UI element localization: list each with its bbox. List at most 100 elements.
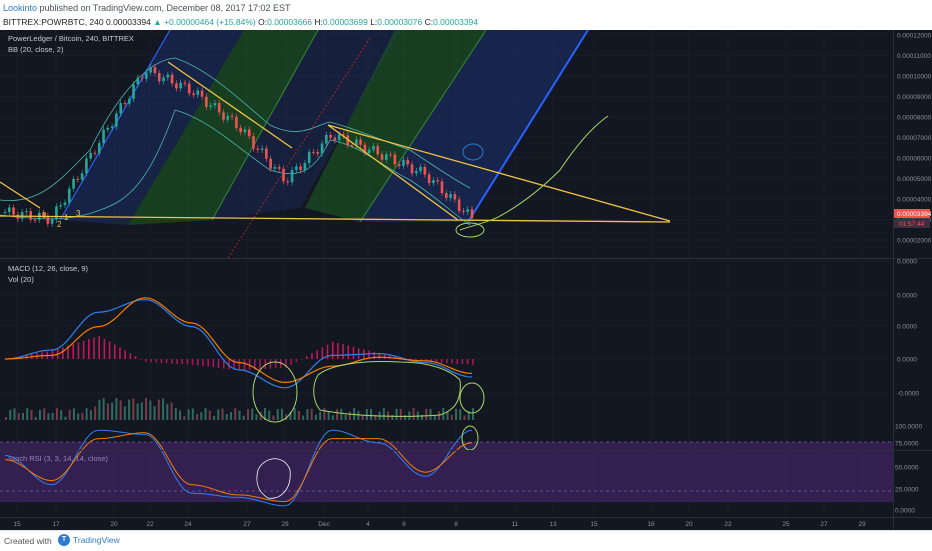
candle-body	[110, 126, 114, 128]
price-tick-label: 0.00004000	[897, 197, 932, 204]
symbol-name: BITTREX:POWRBTC, 240	[3, 17, 104, 27]
volume-bar	[255, 414, 258, 420]
volume-bar	[348, 411, 351, 420]
last-price: 0.00003394	[105, 17, 151, 27]
candle-body	[119, 103, 122, 114]
time-tick-label: 6	[402, 521, 406, 528]
time-tick-label: 15	[590, 521, 598, 528]
candle-body	[76, 178, 80, 180]
price-tick-label: 0.00010000	[897, 74, 932, 81]
candle-body	[187, 83, 191, 94]
stoch-tick-label: 0.0000	[895, 508, 915, 515]
candle-body	[307, 151, 311, 164]
volume-bar	[170, 402, 173, 420]
histogram-bar	[165, 359, 168, 364]
volume-bar	[323, 408, 326, 420]
candle-body	[175, 83, 178, 89]
vol-legend[interactable]: Vol (20)	[8, 275, 34, 284]
author-link[interactable]: Lookinto	[3, 3, 37, 13]
histogram-bar	[134, 356, 137, 359]
close-value: 0.00003394	[433, 17, 479, 27]
volume-bar	[149, 400, 152, 420]
time-tick-label: 17	[52, 521, 60, 528]
histogram-bar	[414, 359, 417, 360]
histogram-bar	[311, 353, 313, 359]
price-legend[interactable]: PowerLedger / Bitcoin, 240, BITTREX	[8, 34, 134, 43]
volume-bar	[128, 399, 131, 420]
histogram-bar	[264, 359, 267, 369]
candle-body	[157, 73, 161, 82]
volume-bar	[43, 408, 46, 420]
volume-bar	[81, 412, 84, 420]
volume-bar	[459, 409, 462, 420]
volume-bar	[60, 410, 63, 420]
candle-body	[93, 152, 97, 154]
tradingview-logo-icon: T	[58, 534, 70, 546]
histogram-bar	[456, 359, 459, 364]
volume-bar	[17, 413, 20, 420]
price-scale[interactable]	[893, 30, 932, 530]
volume-bar	[404, 415, 407, 420]
candle-body	[359, 139, 362, 145]
candle-body	[179, 82, 182, 89]
candle-body	[299, 166, 302, 170]
volume-bar	[47, 413, 50, 420]
histogram-bar	[150, 359, 152, 363]
histogram-bar	[352, 346, 355, 359]
chart-canvas[interactable]: 3 2 1 3 PowerLedger / Bitcoin, 240, BITT…	[0, 30, 932, 530]
chart-area[interactable]: 3 2 1 3 PowerLedger / Bitcoin, 240, BITT…	[0, 30, 932, 530]
volume-bar	[115, 398, 118, 420]
time-tick-label: 8	[454, 521, 458, 528]
histogram-bar	[446, 359, 448, 364]
time-tick-label: 27	[243, 521, 251, 528]
volume-bar	[51, 412, 54, 420]
candle-body	[312, 151, 315, 153]
wave-label: 1	[64, 213, 69, 222]
volume-bar	[119, 400, 122, 420]
histogram-bar	[466, 359, 469, 365]
volume-bar	[55, 408, 58, 420]
histogram-bar	[108, 341, 111, 359]
publish-header: Lookinto published on TradingView.com, D…	[0, 0, 932, 31]
candle-body	[192, 93, 195, 95]
volume-bar	[306, 409, 309, 420]
candle-body	[397, 164, 401, 166]
volume-bar	[30, 410, 33, 420]
histogram-bar	[342, 344, 344, 359]
low-value: 0.00003076	[377, 17, 423, 27]
time-tick-label: 13	[549, 521, 557, 528]
volume-bar	[391, 415, 394, 420]
time-tick-label: 29	[858, 521, 866, 528]
volume-bar	[319, 411, 322, 420]
last-price-axis-label: 0.00003394	[897, 211, 932, 218]
candle-body	[410, 164, 414, 174]
volume-bar	[463, 415, 466, 420]
histogram-bar	[274, 359, 277, 369]
volume-bar	[455, 408, 458, 420]
candle-body	[432, 180, 435, 184]
histogram-bar	[212, 359, 215, 368]
created-with-text: Created with	[4, 536, 52, 546]
macd-legend[interactable]: MACD (12, 26, close, 9)	[8, 264, 89, 273]
bb-legend[interactable]: BB (20, close, 2)	[8, 45, 64, 54]
volume-bar	[336, 409, 339, 420]
volume-bar	[293, 408, 296, 420]
candle-body	[235, 116, 238, 128]
candle-body	[205, 96, 208, 107]
macd-tick-label: 0.0000	[897, 357, 917, 364]
time-tick-label: 24	[184, 521, 192, 528]
volume-bar	[276, 409, 279, 420]
macd-pane[interactable]	[0, 259, 893, 450]
candle-body	[102, 129, 105, 144]
volume-bar	[472, 408, 474, 420]
candle-body	[277, 167, 281, 169]
candle-body	[337, 134, 341, 141]
volume-bar	[344, 414, 347, 420]
candle-body	[80, 173, 84, 180]
tradingview-link[interactable]: T TradingView	[58, 534, 120, 546]
histogram-bar	[461, 359, 464, 365]
candle-body	[333, 137, 337, 141]
candle-body	[444, 193, 448, 199]
stoch-tick-label: 50.0000	[895, 465, 919, 472]
volume-bar	[446, 411, 449, 420]
